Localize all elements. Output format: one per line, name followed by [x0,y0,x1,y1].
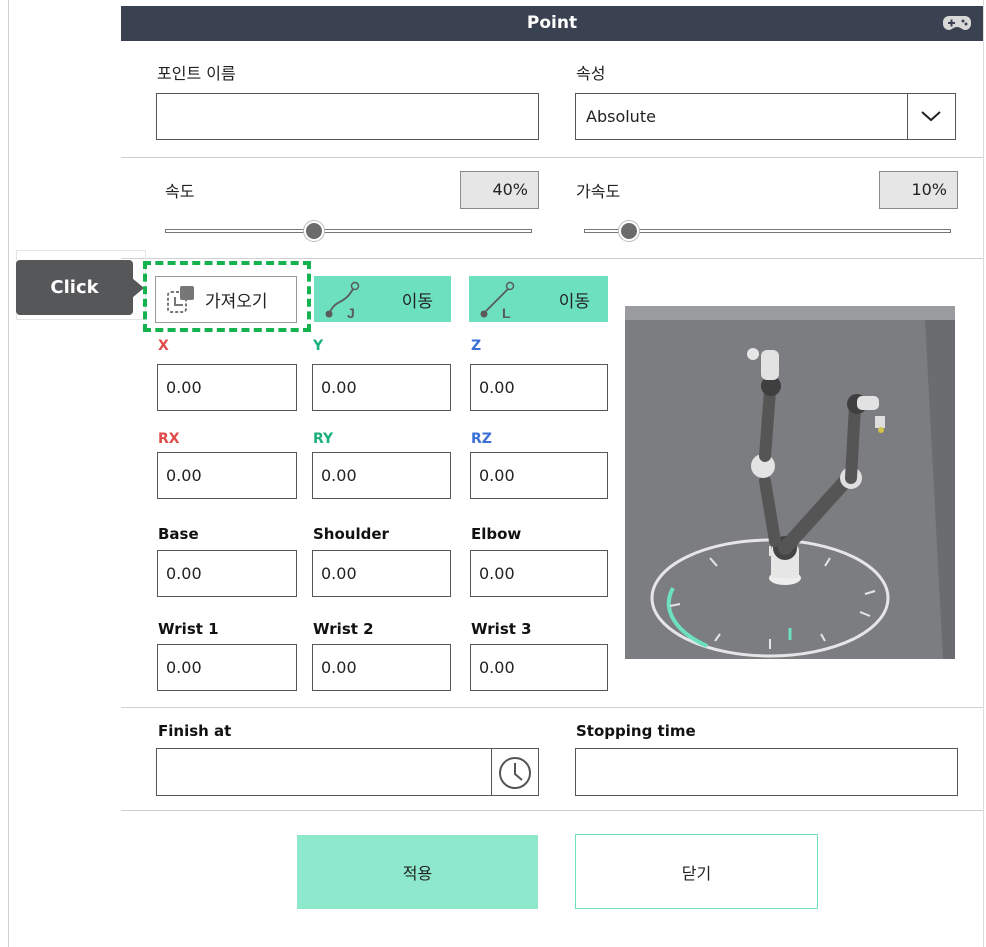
acceleration-slider-thumb[interactable] [619,221,639,241]
speed-slider-thumb[interactable] [304,221,324,241]
elbow-label: Elbow [471,525,522,543]
y-input[interactable]: 0.00 [312,364,451,411]
acceleration-slider-track[interactable] [584,229,951,233]
divider [121,810,983,811]
finish-at-divider [491,749,492,795]
x-input[interactable]: 0.00 [157,364,297,411]
move-l-letter: L [502,305,511,319]
wrist3-input[interactable]: 0.00 [470,644,608,691]
close-button[interactable]: 닫기 [575,834,818,909]
attribute-select[interactable]: Absolute [575,93,956,140]
stopping-time-input[interactable] [575,748,958,796]
import-icon [167,285,194,313]
speed-label: 속도 [165,182,195,201]
divider [121,258,983,259]
wrist1-input[interactable]: 0.00 [157,644,297,691]
rz-label: RZ [471,431,492,447]
z-input[interactable]: 0.00 [470,364,608,411]
rz-input[interactable]: 0.00 [470,452,608,499]
gamepad-icon[interactable] [943,13,971,33]
chevron-down-icon[interactable] [920,108,942,124]
clock-icon[interactable] [497,755,533,791]
divider [121,157,983,158]
fetch-button-label: 가져오기 [205,292,268,312]
linear-move-icon: L [480,281,515,319]
x-label: X [158,338,169,354]
move-l-label: 이동 [558,291,590,312]
base-label: Base [158,525,199,543]
click-callout-text: Click [50,277,99,298]
y-label: Y [313,338,324,354]
speed-value: 40% [460,171,539,209]
window-title: Point [526,13,578,33]
move-j-label: 이동 [401,291,433,312]
elbow-input[interactable]: 0.00 [470,550,608,597]
divider [121,707,983,708]
point-name-label: 포인트 이름 [157,64,236,83]
wrist3-label: Wrist 3 [471,620,532,638]
select-divider [907,94,908,139]
move-l-button[interactable]: L 이동 [469,276,608,322]
z-label: Z [471,338,482,354]
click-callout: Click [16,260,133,315]
stopping-time-label: Stopping time [576,722,696,740]
attribute-label: 속성 [576,64,606,83]
rx-label: RX [158,431,180,447]
close-button-label: 닫기 [681,863,712,883]
shoulder-input[interactable]: 0.00 [312,550,451,597]
point-name-input[interactable] [156,93,539,140]
fetch-button[interactable]: 가져오기 [155,276,297,323]
window-left-edge [8,0,9,947]
ry-input[interactable]: 0.00 [312,452,451,499]
finish-at-input[interactable] [156,748,539,796]
ry-label: RY [313,431,334,447]
attribute-selected-value: Absolute [586,107,656,126]
wrist2-input[interactable]: 0.00 [312,644,451,691]
wrist1-label: Wrist 1 [158,620,219,638]
apply-button-label: 적용 [402,864,433,883]
acceleration-value: 10% [879,171,958,209]
acceleration-label: 가속도 [576,182,621,201]
apply-button[interactable]: 적용 [297,835,538,909]
robot-preview[interactable] [625,306,955,659]
finish-at-label: Finish at [158,722,232,740]
move-j-letter: J [347,305,355,319]
base-input[interactable]: 0.00 [157,550,297,597]
joint-move-icon: J [325,281,360,319]
window-right-edge [983,0,984,947]
rx-input[interactable]: 0.00 [157,452,297,499]
wrist2-label: Wrist 2 [313,620,374,638]
move-j-button[interactable]: J 이동 [314,276,451,322]
shoulder-label: Shoulder [313,525,389,543]
title-bar: Point [121,6,983,41]
robot-arm-illustration [625,306,955,659]
speed-slider-track[interactable] [165,229,532,233]
